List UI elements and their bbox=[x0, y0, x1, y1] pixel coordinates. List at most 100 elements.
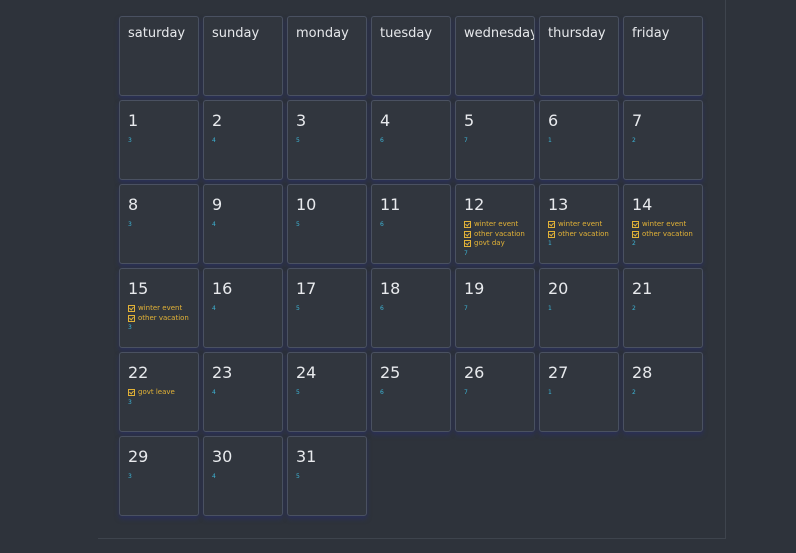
week-number: 7 bbox=[464, 137, 468, 144]
weekday-header-tuesday: tuesday bbox=[371, 16, 451, 96]
event-item[interactable]: winter event bbox=[128, 304, 198, 314]
day-number: 6 bbox=[548, 111, 559, 130]
day-cell-6[interactable]: 61 bbox=[539, 100, 619, 180]
checkbox-checked-icon bbox=[632, 230, 639, 238]
day-cell-9[interactable]: 94 bbox=[203, 184, 283, 264]
day-number: 13 bbox=[548, 195, 569, 214]
week-number: 2 bbox=[632, 137, 636, 144]
day-cell-1[interactable]: 13 bbox=[119, 100, 199, 180]
day-number: 19 bbox=[464, 279, 485, 298]
checkbox-checked-icon bbox=[464, 221, 471, 229]
day-cell-17[interactable]: 17 5 bbox=[287, 268, 367, 348]
day-cell-10[interactable]: 10 5 bbox=[287, 184, 367, 264]
event-item[interactable]: winter event bbox=[464, 220, 534, 230]
day-cell-16[interactable]: 16 4 bbox=[203, 268, 283, 348]
week-number: 4 bbox=[212, 389, 216, 396]
event-item[interactable]: other vacation bbox=[128, 314, 198, 324]
checkbox-checked-icon bbox=[128, 389, 135, 397]
event-label: other vacation bbox=[138, 313, 189, 322]
week-number: 2 bbox=[632, 389, 636, 396]
checkbox-checked-icon bbox=[464, 240, 471, 248]
event-label: other vacation bbox=[642, 229, 693, 238]
day-cell-7[interactable]: 72 bbox=[623, 100, 703, 180]
day-number: 26 bbox=[464, 363, 485, 382]
day-number: 21 bbox=[632, 279, 653, 298]
weekday-label: saturday bbox=[128, 26, 186, 41]
day-number: 16 bbox=[212, 279, 233, 298]
week-number: 7 bbox=[464, 389, 468, 396]
day-cell-29[interactable]: 29 3 bbox=[119, 436, 199, 516]
day-cell-2[interactable]: 24 bbox=[203, 100, 283, 180]
week-number: 6 bbox=[380, 137, 384, 144]
day-number: 4 bbox=[380, 111, 391, 130]
event-item[interactable]: govt leave bbox=[128, 388, 198, 398]
day-cell-11[interactable]: 11 6 bbox=[371, 184, 451, 264]
week-number: 4 bbox=[212, 137, 216, 144]
week-number: 2 bbox=[632, 240, 636, 247]
day-number: 2 bbox=[212, 111, 223, 130]
checkbox-checked-icon bbox=[128, 314, 135, 322]
week-number: 3 bbox=[128, 221, 132, 228]
day-cell-20[interactable]: 20 1 bbox=[539, 268, 619, 348]
day-number: 30 bbox=[212, 447, 233, 466]
event-label: winter event bbox=[642, 220, 687, 228]
day-number: 15 bbox=[128, 279, 149, 298]
weekday-label: thursday bbox=[548, 26, 606, 41]
week-number: 5 bbox=[296, 305, 300, 312]
checkbox-checked-icon bbox=[548, 221, 555, 229]
event-item[interactable]: winter event bbox=[548, 220, 618, 230]
calendar-panel: saturday sunday monday tuesday wednesday thur… bbox=[98, 0, 726, 539]
checkbox-checked-icon bbox=[464, 230, 471, 238]
weekday-label: friday bbox=[632, 26, 670, 41]
checkbox-checked-icon bbox=[128, 305, 135, 313]
day-cell-13[interactable]: 13 winter event other vacation 1 bbox=[539, 184, 619, 264]
weekday-label: wednesday bbox=[464, 26, 535, 41]
day-number: 29 bbox=[128, 447, 149, 466]
week-number: 3 bbox=[128, 473, 132, 480]
event-item[interactable]: winter event bbox=[632, 220, 702, 230]
event-label: other vacation bbox=[558, 229, 609, 238]
day-cell-8[interactable]: 83 bbox=[119, 184, 199, 264]
day-number: 3 bbox=[296, 111, 307, 130]
day-number: 18 bbox=[380, 279, 401, 298]
day-cell-26[interactable]: 26 7 bbox=[455, 352, 535, 432]
event-item[interactable]: govt day bbox=[464, 239, 534, 249]
day-cell-15[interactable]: 15 winter event other vacation 3 bbox=[119, 268, 199, 348]
day-cell-30[interactable]: 30 4 bbox=[203, 436, 283, 516]
week-number: 3 bbox=[128, 324, 132, 331]
event-item[interactable]: other vacation bbox=[464, 230, 534, 240]
event-label: govt leave bbox=[138, 388, 175, 396]
day-cell-23[interactable]: 23 4 bbox=[203, 352, 283, 432]
day-number: 31 bbox=[296, 447, 317, 466]
day-number: 23 bbox=[212, 363, 233, 382]
day-cell-5[interactable]: 57 bbox=[455, 100, 535, 180]
week-number: 5 bbox=[296, 221, 300, 228]
week-number: 6 bbox=[380, 221, 384, 228]
day-number: 14 bbox=[632, 195, 653, 214]
day-cell-24[interactable]: 24 5 bbox=[287, 352, 367, 432]
day-number: 8 bbox=[128, 195, 139, 214]
day-cell-28[interactable]: 28 2 bbox=[623, 352, 703, 432]
day-number: 22 bbox=[128, 363, 149, 382]
day-number: 17 bbox=[296, 279, 317, 298]
day-cell-18[interactable]: 18 6 bbox=[371, 268, 451, 348]
day-cell-4[interactable]: 46 bbox=[371, 100, 451, 180]
day-cell-31[interactable]: 31 5 bbox=[287, 436, 367, 516]
day-number: 7 bbox=[632, 111, 643, 130]
day-cell-12[interactable]: 12 winter event other vacation govt day 7 bbox=[455, 184, 535, 264]
day-cell-21[interactable]: 21 2 bbox=[623, 268, 703, 348]
day-cell-25[interactable]: 25 6 bbox=[371, 352, 451, 432]
day-cell-22[interactable]: 22 govt leave 3 bbox=[119, 352, 199, 432]
day-cell-19[interactable]: 19 7 bbox=[455, 268, 535, 348]
event-item[interactable]: other vacation bbox=[548, 230, 618, 240]
week-number: 5 bbox=[296, 473, 300, 480]
weekday-header-monday: monday bbox=[287, 16, 367, 96]
day-cell-14[interactable]: 14 winter event other vacation 2 bbox=[623, 184, 703, 264]
day-number: 24 bbox=[296, 363, 317, 382]
day-cell-3[interactable]: 35 bbox=[287, 100, 367, 180]
event-label: other vacation bbox=[474, 229, 525, 238]
day-number: 5 bbox=[464, 111, 475, 130]
day-cell-27[interactable]: 27 1 bbox=[539, 352, 619, 432]
event-label: winter event bbox=[138, 304, 183, 312]
event-item[interactable]: other vacation bbox=[632, 230, 702, 240]
